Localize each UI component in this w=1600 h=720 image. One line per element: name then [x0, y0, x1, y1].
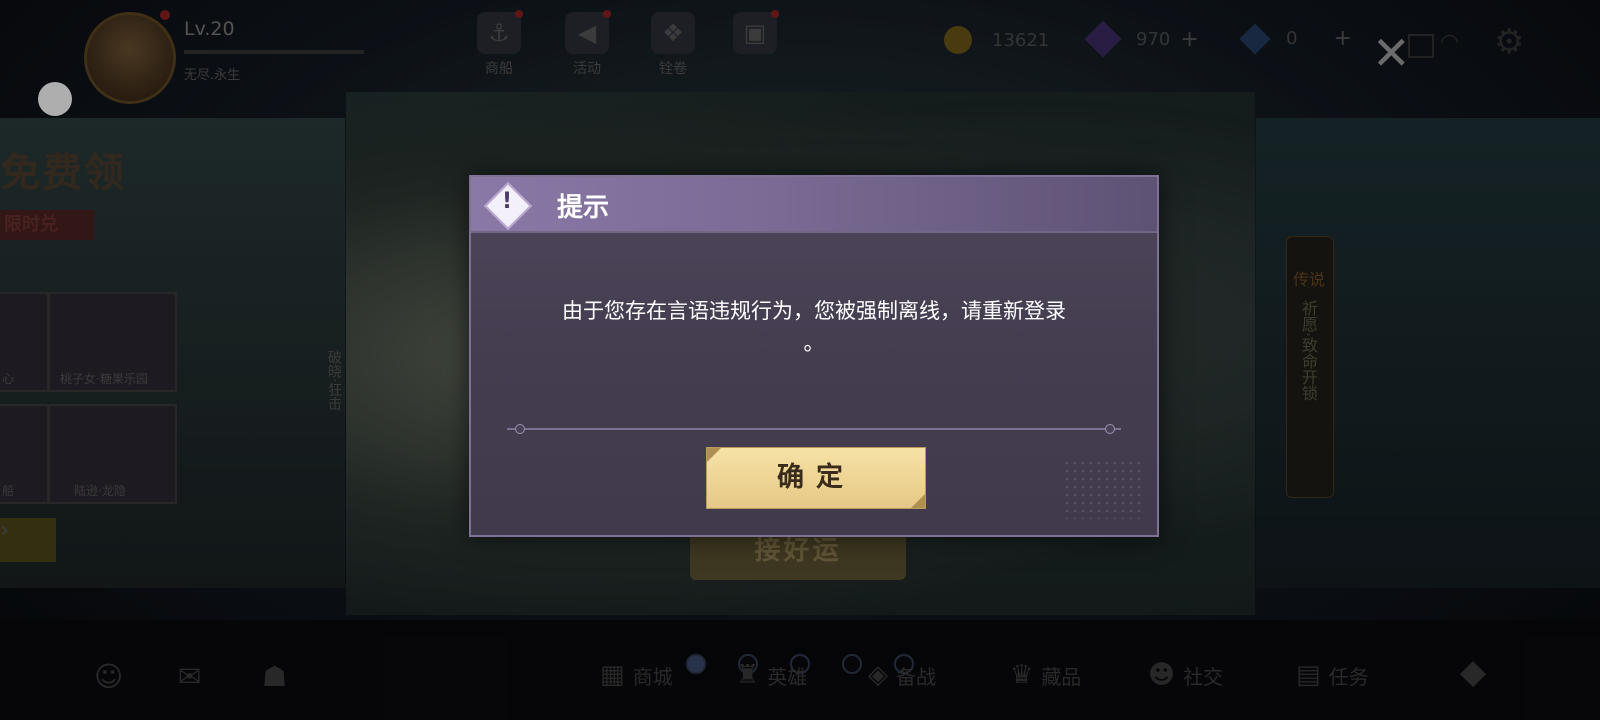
dialog-divider — [507, 428, 1121, 430]
dialog-title: 提示 — [557, 193, 610, 223]
dialog-message: 由于您存在言语违规行为，您被强制离线，请重新登录 。 — [511, 295, 1117, 359]
alert-dialog: ! 提示 由于您存在言语违规行为，您被强制离线，请重新登录 。 确定 — [469, 175, 1159, 537]
confirm-button[interactable]: 确定 — [706, 447, 926, 509]
dialog-message-line: 由于您存在言语违规行为，您被强制离线，请重新登录 — [562, 299, 1066, 323]
divider-end — [1105, 424, 1115, 434]
decorative-pattern — [1063, 459, 1143, 519]
warning-icon: ! — [483, 181, 533, 231]
dialog-message-line: 。 — [803, 331, 825, 355]
header-divider — [471, 231, 1157, 233]
divider-end — [515, 424, 525, 434]
